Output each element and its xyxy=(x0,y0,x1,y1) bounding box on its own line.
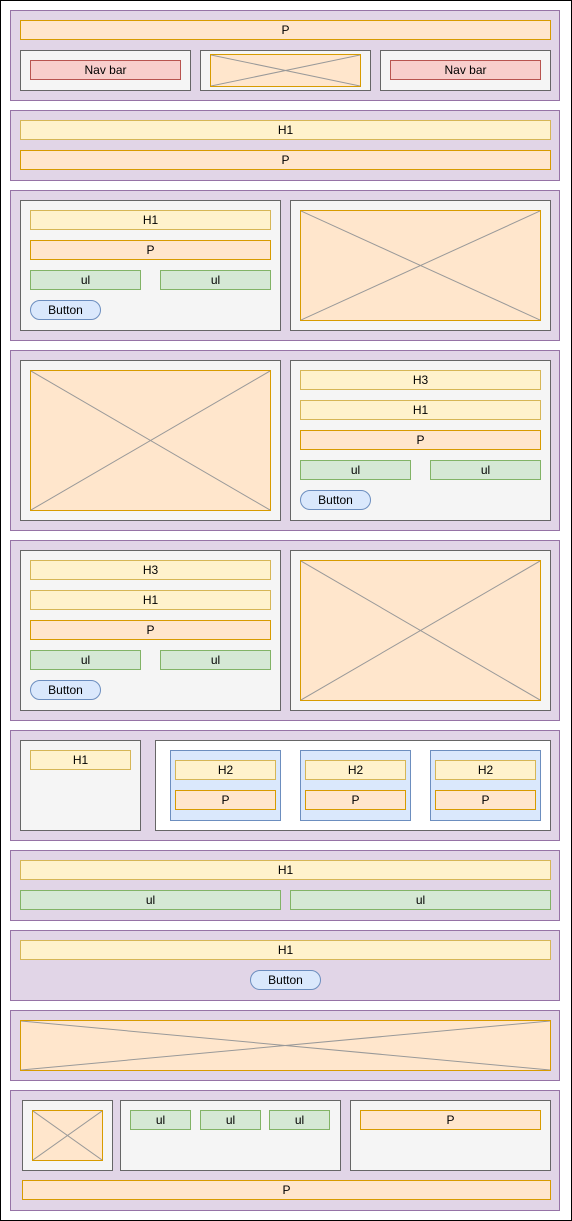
nav-bar-left[interactable]: Nav bar xyxy=(30,60,181,80)
card-1-text: P xyxy=(175,790,276,810)
feature-1-text-box: H1 P ul ul Button xyxy=(20,200,281,331)
header-top-text: P xyxy=(20,20,551,40)
image-placeholder-icon xyxy=(300,560,541,701)
footer-text-box: P xyxy=(350,1100,551,1171)
feature-1-image-box xyxy=(290,200,551,331)
intro-heading: H1 xyxy=(20,120,551,140)
feature-2-subheading: H3 xyxy=(300,370,541,390)
feature-2-list-2: ul xyxy=(430,460,541,480)
feature-3-text-box: H3 H1 P ul ul Button xyxy=(20,550,281,711)
feature-3-button[interactable]: Button xyxy=(30,680,101,700)
feature-section-3: H3 H1 P ul ul Button xyxy=(10,540,560,721)
feature-3-list-1: ul xyxy=(30,650,141,670)
banner-section xyxy=(10,1010,560,1081)
feature-2-paragraph: P xyxy=(300,430,541,450)
logo-container xyxy=(200,50,371,91)
intro-section: H1 P xyxy=(10,110,560,181)
feature-1-list-1: ul xyxy=(30,270,141,290)
cta-section: H1 Button xyxy=(10,930,560,1001)
image-placeholder-icon xyxy=(300,210,541,321)
feature-2-image-box xyxy=(20,360,281,521)
feature-3-subheading: H3 xyxy=(30,560,271,580)
footer-logo-box xyxy=(22,1100,113,1171)
intro-paragraph: P xyxy=(20,150,551,170)
image-placeholder-icon[interactable] xyxy=(210,54,361,87)
feature-2-text-box: H3 H1 P ul ul Button xyxy=(290,360,551,521)
lists-heading: H1 xyxy=(20,860,551,880)
cards-heading: H1 xyxy=(30,750,131,770)
footer-bottom-text: P xyxy=(22,1180,551,1200)
feature-3-paragraph: P xyxy=(30,620,271,640)
card-2-text: P xyxy=(305,790,406,810)
card-1: H2 P xyxy=(170,750,281,821)
feature-1-heading: H1 xyxy=(30,210,271,230)
cards-section: H1 H2 P H2 P H2 P xyxy=(10,730,560,841)
image-placeholder-icon xyxy=(20,1020,551,1071)
nav-left-container: Nav bar xyxy=(20,50,191,91)
card-3-title: H2 xyxy=(435,760,536,780)
feature-section-1: H1 P ul ul Button xyxy=(10,190,560,341)
lists-list-1: ul xyxy=(20,890,281,910)
nav-right-container: Nav bar xyxy=(380,50,551,91)
feature-section-2: H3 H1 P ul ul Button xyxy=(10,350,560,531)
card-2: H2 P xyxy=(300,750,411,821)
footer-text: P xyxy=(360,1110,541,1130)
feature-2-heading: H1 xyxy=(300,400,541,420)
card-3: H2 P xyxy=(430,750,541,821)
card-3-text: P xyxy=(435,790,536,810)
feature-2-list-1: ul xyxy=(300,460,411,480)
feature-1-button[interactable]: Button xyxy=(30,300,101,320)
feature-3-heading: H1 xyxy=(30,590,271,610)
cta-button[interactable]: Button xyxy=(250,970,321,990)
card-2-title: H2 xyxy=(305,760,406,780)
header-section: P Nav bar Nav bar xyxy=(10,10,560,101)
footer-section: ul ul ul P P xyxy=(10,1090,560,1211)
footer-list-3: ul xyxy=(269,1110,330,1130)
cards-container: H2 P H2 P H2 P xyxy=(155,740,551,831)
feature-2-button[interactable]: Button xyxy=(300,490,371,510)
footer-list-2: ul xyxy=(200,1110,261,1130)
card-1-title: H2 xyxy=(175,760,276,780)
feature-3-image-box xyxy=(290,550,551,711)
nav-bar-right[interactable]: Nav bar xyxy=(390,60,541,80)
lists-section: H1 ul ul xyxy=(10,850,560,921)
footer-list-1: ul xyxy=(130,1110,191,1130)
image-placeholder-icon xyxy=(32,1110,103,1161)
feature-1-paragraph: P xyxy=(30,240,271,260)
cta-heading: H1 xyxy=(20,940,551,960)
footer-lists-box: ul ul ul xyxy=(120,1100,341,1171)
feature-1-list-2: ul xyxy=(160,270,271,290)
lists-list-2: ul xyxy=(290,890,551,910)
feature-3-list-2: ul xyxy=(160,650,271,670)
cards-heading-box: H1 xyxy=(20,740,141,831)
image-placeholder-icon xyxy=(30,370,271,511)
